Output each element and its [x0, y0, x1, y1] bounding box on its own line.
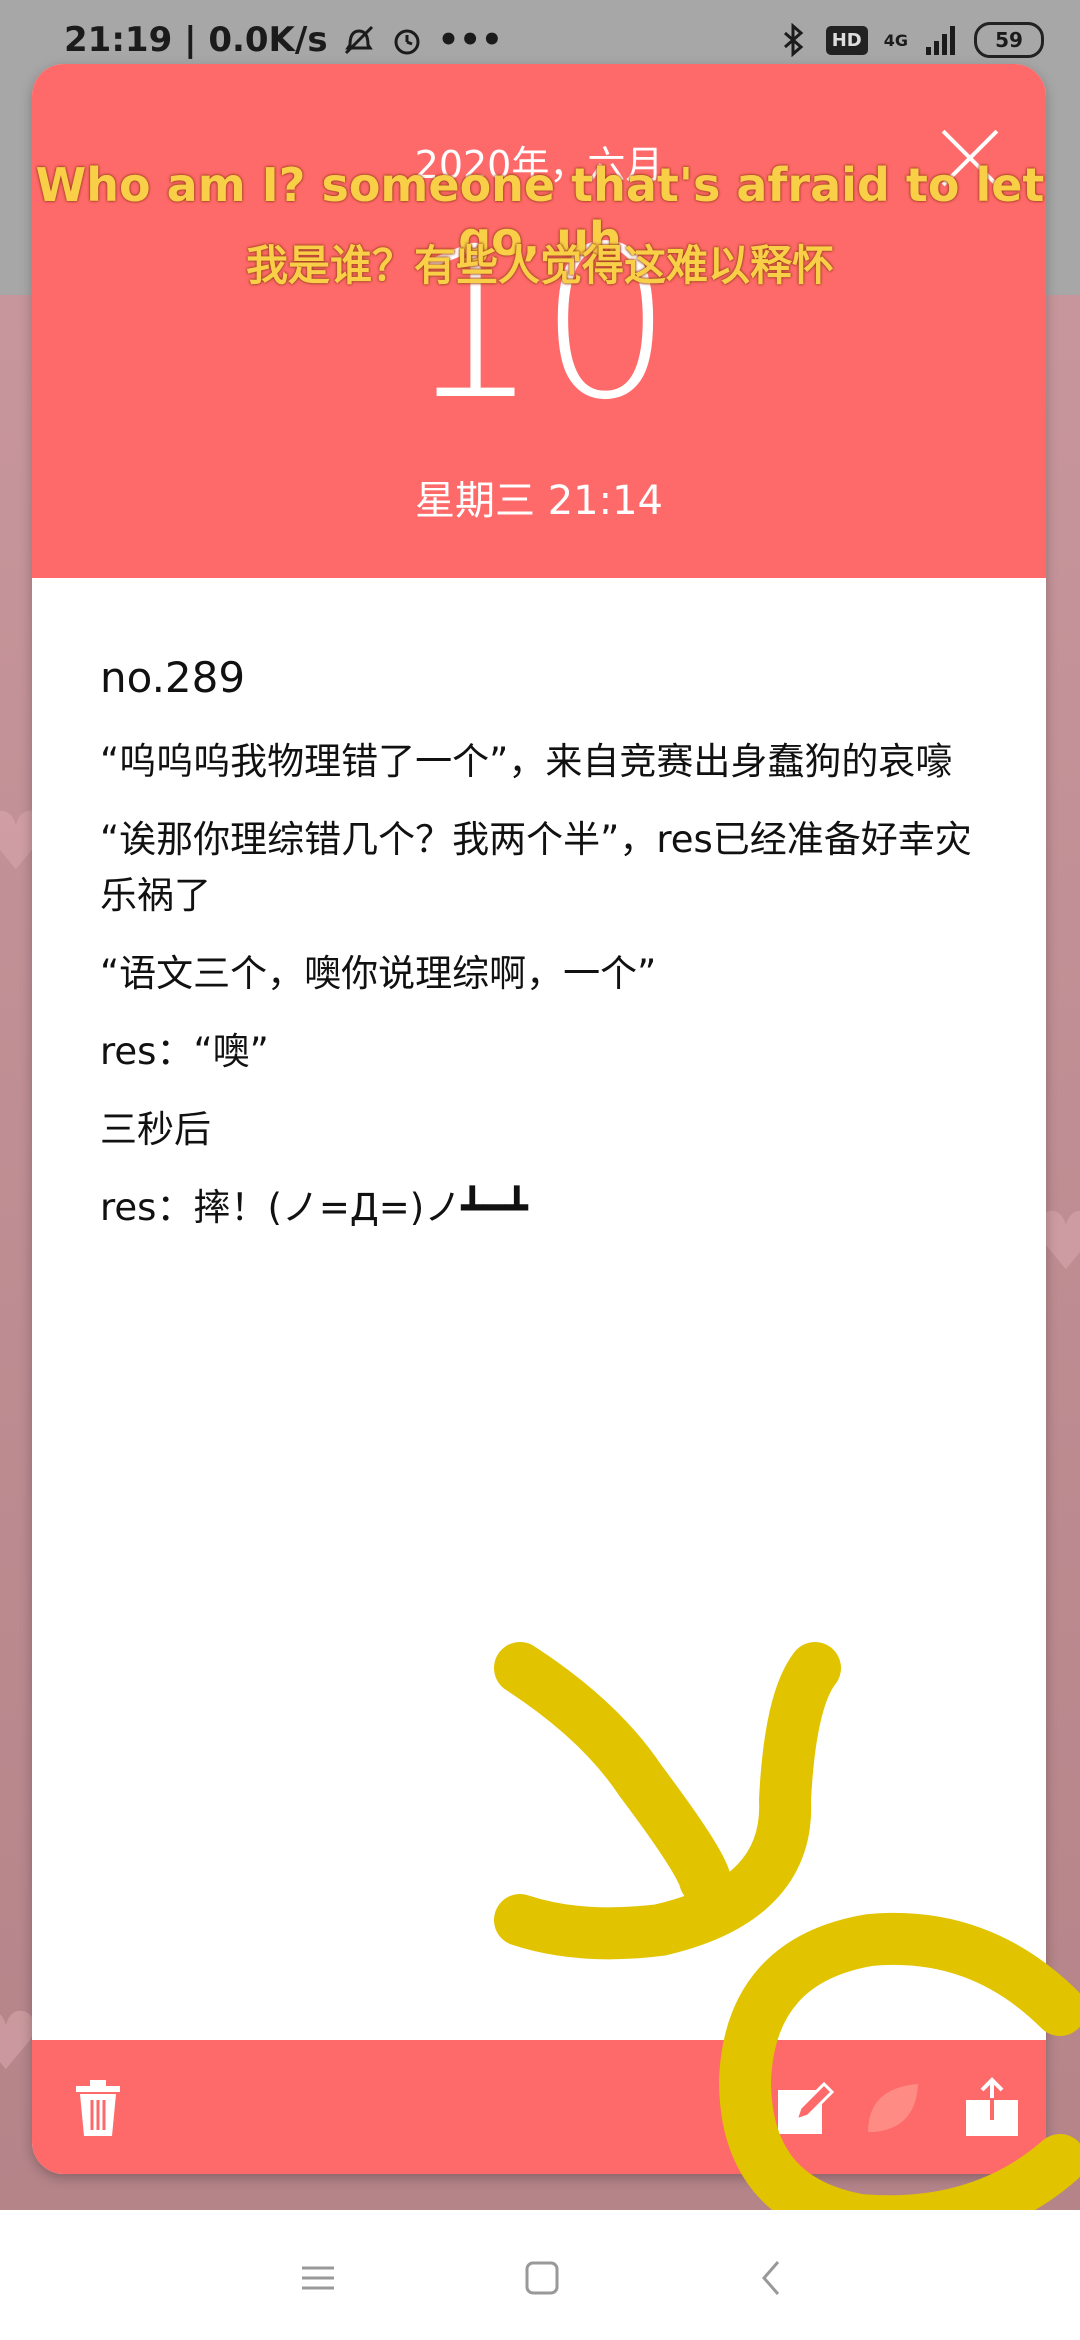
pencil-icon[interactable] — [772, 2076, 836, 2140]
leaf-icon[interactable] — [860, 2076, 924, 2140]
weekday-time: 星期三 21:14 — [415, 478, 663, 524]
navigation-bar — [0, 2210, 1080, 2340]
lyric-chinese: 我是谁？有些人觉得这难以释怀 — [245, 241, 834, 290]
entry-paragraph: “诶那你理综错几个？我两个半”，res已经准备好幸灾乐祸了 — [100, 818, 972, 917]
menu-icon[interactable] — [298, 2258, 338, 2298]
status-time-speed: 21:19 | 0.0K/s — [64, 20, 328, 60]
entry-content: no.289 “呜呜呜我物理错了一个”，来自竞赛出身蠢狗的哀嚎 “诶那你理综错几… — [100, 650, 1000, 1258]
entry-paragraph: res：“噢” — [100, 1030, 269, 1073]
hd-badge: HD — [825, 25, 868, 55]
trash-icon[interactable] — [66, 2076, 130, 2140]
entry-paragraph: “呜呜呜我物理错了一个”，来自竞赛出身蠢狗的哀嚎 — [100, 740, 953, 783]
mute-icon — [344, 25, 373, 55]
network-type: 4G — [883, 30, 908, 50]
signal-icon — [926, 26, 955, 55]
share-icon[interactable] — [960, 2076, 1024, 2140]
entry-number: no.289 — [100, 653, 246, 702]
home-icon[interactable] — [522, 2258, 562, 2298]
bluetooth-icon — [783, 23, 803, 57]
card-footer — [32, 2040, 1046, 2174]
battery-indicator: 59 — [974, 22, 1044, 58]
status-right: HD 4G 59 — [776, 22, 1044, 58]
status-left: 21:19 | 0.0K/s ••• — [64, 20, 503, 60]
entry-paragraph: 三秒后 — [100, 1108, 211, 1151]
card-header: 2020年，六月 10 星期三 21:14 — [32, 64, 1046, 578]
entry-paragraph: “语文三个，噢你说理综啊，一个” — [100, 952, 657, 995]
entry-paragraph: res：摔！(ノ=Д=)ノ┻━┻ — [100, 1186, 529, 1229]
alarm-icon — [394, 29, 420, 55]
more-indicator: ••• — [437, 20, 503, 60]
diary-card: 2020年，六月 10 星期三 21:14 no.289 “呜呜呜我物理错了一个… — [32, 64, 1046, 2174]
back-icon[interactable] — [752, 2258, 792, 2298]
